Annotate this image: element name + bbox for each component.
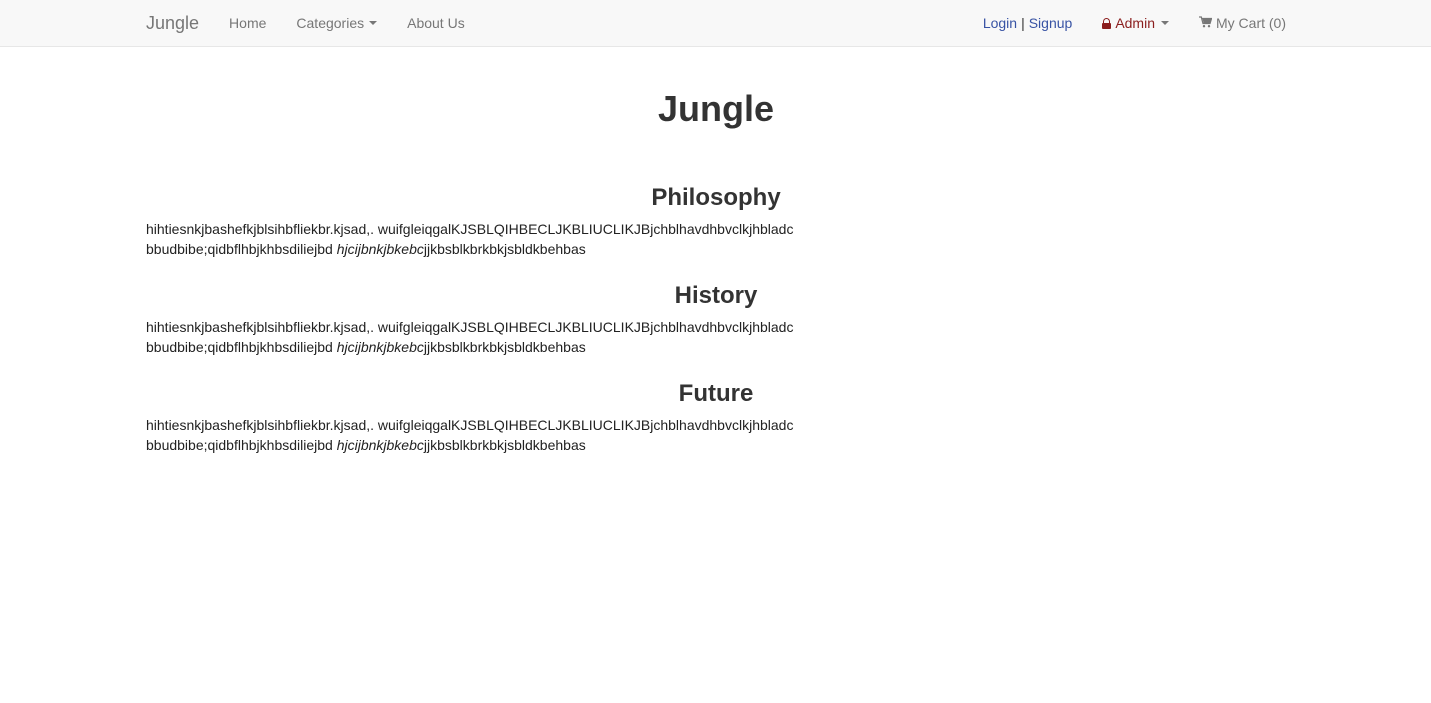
auth-separator: |	[1021, 15, 1025, 31]
italic-text: hjcijbnkjbkebc	[336, 241, 424, 257]
nav-home-link[interactable]: Home	[229, 15, 266, 31]
section-heading: History	[674, 282, 758, 309]
signup-link[interactable]: Signup	[1029, 15, 1073, 31]
top-navbar: Jungle Home Categories About Us Login | …	[0, 0, 1431, 47]
italic-text: hjcijbnkjbkebc	[336, 437, 424, 453]
text-span: jjkbsblkbrkbkjsbldkbehbas	[423, 339, 586, 355]
categories-label: Categories	[296, 15, 365, 31]
my-cart-link[interactable]: My Cart (0)	[1199, 15, 1286, 31]
text-span: jjkbsblkbrkbkjsbldkbehbas	[423, 437, 586, 453]
section-future: Future hihtiesnkjbashefkjblsihbfliekbr.k…	[146, 377, 1286, 455]
section-text-line: bbudbibe;qidbflhbjkhbsdiliejbd hjcijbnkj…	[146, 239, 806, 259]
section-text-line: bbudbibe;qidbflhbjkhbsdiliejbd hjcijbnkj…	[146, 435, 806, 455]
lock-icon	[1102, 17, 1112, 29]
section-history: History hihtiesnkjbashefkjblsihbfliekbr.…	[146, 279, 1286, 357]
text-span: bbudbibe;qidbflhbjkhbsdiliejbd	[146, 339, 337, 355]
admin-label: Admin	[1115, 15, 1155, 31]
section-text-line: hihtiesnkjbashefkjblsihbfliekbr.kjsad,. …	[146, 417, 794, 433]
section-text-line: hihtiesnkjbashefkjblsihbfliekbr.kjsad,. …	[146, 319, 794, 335]
shopping-cart-icon	[1199, 15, 1213, 31]
section-text-line: bbudbibe;qidbflhbjkhbsdiliejbd hjcijbnkj…	[146, 337, 806, 357]
section-heading: Philosophy	[651, 184, 781, 211]
section-text-line: hihtiesnkjbashefkjblsihbfliekbr.kjsad,. …	[146, 221, 794, 237]
section-heading: Future	[678, 380, 754, 407]
italic-text: hjcijbnkjbkebc	[336, 339, 424, 355]
brand-link[interactable]: Jungle	[146, 13, 199, 34]
section-text: hihtiesnkjbashefkjblsihbfliekbr.kjsad,. …	[146, 219, 806, 259]
main-content: Jungle Philosophy hihtiesnkjbashefkjblsi…	[146, 47, 1286, 455]
nav-categories-dropdown[interactable]: Categories	[296, 15, 378, 31]
cart-label: My Cart (0)	[1216, 15, 1286, 31]
section-text: hihtiesnkjbashefkjblsihbfliekbr.kjsad,. …	[146, 317, 806, 357]
section-philosophy: Philosophy hihtiesnkjbashefkjblsihbfliek…	[146, 181, 1286, 259]
auth-links: Login | Signup	[983, 15, 1073, 31]
caret-down-icon	[1161, 21, 1169, 25]
navbar-right: Login | Signup Admin My Cart (0)	[983, 0, 1286, 46]
caret-down-icon	[369, 21, 378, 25]
text-span: bbudbibe;qidbflhbjkhbsdiliejbd	[146, 437, 337, 453]
navbar-left: Jungle Home Categories About Us	[146, 0, 495, 46]
section-text: hihtiesnkjbashefkjblsihbfliekbr.kjsad,. …	[146, 415, 806, 455]
page-title: Jungle	[657, 88, 774, 129]
nav-about-link[interactable]: About Us	[407, 15, 465, 31]
login-link[interactable]: Login	[983, 15, 1017, 31]
navbar-container: Jungle Home Categories About Us Login | …	[146, 0, 1286, 46]
admin-dropdown[interactable]: Admin	[1102, 15, 1169, 31]
text-span: bbudbibe;qidbflhbjkhbsdiliejbd	[146, 241, 337, 257]
text-span: jjkbsblkbrkbkjsbldkbehbas	[423, 241, 586, 257]
